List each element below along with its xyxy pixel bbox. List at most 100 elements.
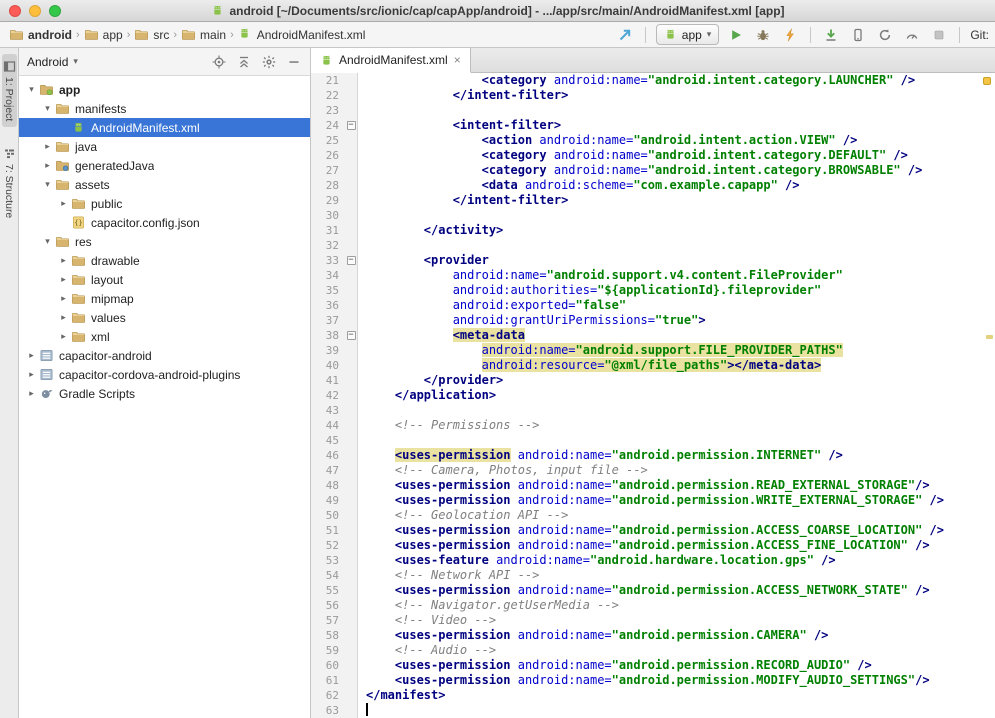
chevron-right-icon[interactable]: ▸ <box>41 160 54 171</box>
code-line[interactable]: 57 <!-- Video --> <box>311 613 995 628</box>
code-line[interactable]: 28 <data android:scheme="com.example.cap… <box>311 178 995 193</box>
tree-item[interactable]: ▸xml <box>19 327 310 346</box>
tree-item[interactable]: ▸generatedJava <box>19 156 310 175</box>
code-line[interactable]: 37 android:grantUriPermissions="true"> <box>311 313 995 328</box>
code-line[interactable]: 56 <!-- Navigator.getUserMedia --> <box>311 598 995 613</box>
code-line[interactable]: 51 <uses-permission android:name="androi… <box>311 523 995 538</box>
profiler-button[interactable] <box>902 25 922 45</box>
nav-arrow-button[interactable] <box>615 25 635 45</box>
chevron-right-icon[interactable]: ▸ <box>41 141 54 152</box>
code-line[interactable]: 39 android:name="android.support.FILE_PR… <box>311 343 995 358</box>
fold-icon[interactable]: − <box>347 121 356 130</box>
code-line[interactable]: 25 <action android:name="android.intent.… <box>311 133 995 148</box>
code-line[interactable]: 52 <uses-permission android:name="androi… <box>311 538 995 553</box>
close-window-button[interactable] <box>9 5 21 17</box>
editor-tab-androidmanifest[interactable]: AndroidManifest.xml × <box>311 48 471 73</box>
code-line[interactable]: 47 <!-- Camera, Photos, input file --> <box>311 463 995 478</box>
code-line[interactable]: 24− <intent-filter> <box>311 118 995 133</box>
tree-item[interactable]: ▸Gradle Scripts <box>19 384 310 403</box>
code-line[interactable]: 55 <uses-permission android:name="androi… <box>311 583 995 598</box>
hide-button[interactable] <box>286 54 302 70</box>
device-manager-button[interactable] <box>848 25 868 45</box>
code-line[interactable]: 36 android:exported="false" <box>311 298 995 313</box>
tree-item[interactable]: ▸values <box>19 308 310 327</box>
code-line[interactable]: 44 <!-- Permissions --> <box>311 418 995 433</box>
tree-item[interactable]: AndroidManifest.xml <box>19 118 310 137</box>
chevron-down-icon[interactable]: ▾ <box>25 84 38 95</box>
breadcrumb-item[interactable]: AndroidManifest.xml <box>235 26 369 43</box>
tree-item[interactable]: ▸layout <box>19 270 310 289</box>
breadcrumb-item[interactable]: android <box>6 26 75 43</box>
project-view-selector[interactable]: Android ▾ <box>27 55 78 69</box>
fold-icon[interactable]: − <box>347 256 356 265</box>
chevron-right-icon[interactable]: ▸ <box>57 293 70 304</box>
run-config-selector[interactable]: app ▾ <box>656 24 720 45</box>
apply-changes-button[interactable] <box>780 25 800 45</box>
chevron-down-icon[interactable]: ▾ <box>41 236 54 247</box>
tree-item[interactable]: ▾manifests <box>19 99 310 118</box>
code-line[interactable]: 61 <uses-permission android:name="androi… <box>311 673 995 688</box>
code-line[interactable]: 54 <!-- Network API --> <box>311 568 995 583</box>
chevron-right-icon[interactable]: ▸ <box>25 350 38 361</box>
code-line[interactable]: 43 <box>311 403 995 418</box>
stop-button[interactable] <box>929 25 949 45</box>
code-line[interactable]: 49 <uses-permission android:name="androi… <box>311 493 995 508</box>
collapse-all-button[interactable] <box>236 54 252 70</box>
breadcrumb-item[interactable]: main <box>178 26 229 43</box>
code-line[interactable]: 41 </provider> <box>311 373 995 388</box>
code-line[interactable]: 32 <box>311 238 995 253</box>
code-line[interactable]: 23 <box>311 103 995 118</box>
locate-button[interactable] <box>211 54 227 70</box>
code-line[interactable]: 30 <box>311 208 995 223</box>
chevron-right-icon[interactable]: ▸ <box>57 312 70 323</box>
tree-item[interactable]: ▸drawable <box>19 251 310 270</box>
minimize-window-button[interactable] <box>29 5 41 17</box>
code-line[interactable]: 22 </intent-filter> <box>311 88 995 103</box>
code-line[interactable]: 40 android:resource="@xml/file_paths"></… <box>311 358 995 373</box>
tree-item[interactable]: ▸mipmap <box>19 289 310 308</box>
code-line[interactable]: 35 android:authorities="${applicationId}… <box>311 283 995 298</box>
chevron-right-icon[interactable]: ▸ <box>57 255 70 266</box>
inspection-status-indicator[interactable] <box>983 77 991 85</box>
tree-item[interactable]: ▾res <box>19 232 310 251</box>
debug-button[interactable] <box>753 25 773 45</box>
maximize-window-button[interactable] <box>49 5 61 17</box>
code-line[interactable]: 59 <!-- Audio --> <box>311 643 995 658</box>
breadcrumb-item[interactable]: src <box>131 26 172 43</box>
error-stripe-mark[interactable] <box>986 335 993 339</box>
chevron-right-icon[interactable]: ▸ <box>25 369 38 380</box>
settings-button[interactable] <box>261 54 277 70</box>
code-line[interactable]: 58 <uses-permission android:name="androi… <box>311 628 995 643</box>
tree-item[interactable]: ▸public <box>19 194 310 213</box>
code-line[interactable]: 29 </intent-filter> <box>311 193 995 208</box>
code-line[interactable]: 26 <category android:name="android.inten… <box>311 148 995 163</box>
git-branch-widget[interactable]: Git: <box>970 28 989 42</box>
tree-item[interactable]: ▾assets <box>19 175 310 194</box>
chevron-right-icon[interactable]: ▸ <box>57 274 70 285</box>
chevron-right-icon[interactable]: ▸ <box>25 388 38 399</box>
code-line[interactable]: 50 <!-- Geolocation API --> <box>311 508 995 523</box>
tree-item[interactable]: {}capacitor.config.json <box>19 213 310 232</box>
sync-project-button[interactable] <box>875 25 895 45</box>
fold-icon[interactable]: − <box>347 331 356 340</box>
tree-item[interactable]: ▸capacitor-android <box>19 346 310 365</box>
code-line[interactable]: 48 <uses-permission android:name="androi… <box>311 478 995 493</box>
code-line[interactable]: 21 <category android:name="android.inten… <box>311 73 995 88</box>
code-line[interactable]: 34 android:name="android.support.v4.cont… <box>311 268 995 283</box>
code-line[interactable]: 42 </application> <box>311 388 995 403</box>
code-editor[interactable]: 21 <category android:name="android.inten… <box>311 73 995 718</box>
code-line[interactable]: 62</manifest> <box>311 688 995 703</box>
run-button[interactable] <box>726 25 746 45</box>
code-line[interactable]: 53 <uses-feature android:name="android.h… <box>311 553 995 568</box>
tree-item[interactable]: ▸java <box>19 137 310 156</box>
install-button[interactable] <box>821 25 841 45</box>
code-line[interactable]: 33− <provider <box>311 253 995 268</box>
code-line[interactable]: 46 <uses-permission android:name="androi… <box>311 448 995 463</box>
tool-window-button-structure[interactable]: 7: Structure <box>2 141 17 224</box>
code-line[interactable]: 27 <category android:name="android.inten… <box>311 163 995 178</box>
chevron-right-icon[interactable]: ▸ <box>57 331 70 342</box>
tool-window-button-project[interactable]: 1: Project <box>2 54 17 127</box>
code-line[interactable]: 45 <box>311 433 995 448</box>
code-line[interactable]: 63 <box>311 703 995 718</box>
code-line[interactable]: 31 </activity> <box>311 223 995 238</box>
